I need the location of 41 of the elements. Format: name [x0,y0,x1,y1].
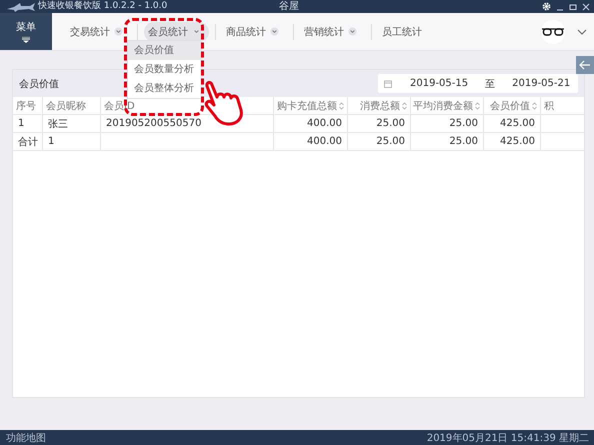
table-cell: 25.00 [449,118,478,129]
table-cell-text: 合计 [18,136,38,148]
menu-down-icon [22,37,30,43]
calendar-icon [384,80,392,88]
table-cell: 201905200550570 [106,118,202,129]
nav-tab[interactable]: 营销统计 [300,22,365,42]
store-name: 谷屋 [279,0,299,12]
maximize-icon[interactable] [569,2,577,10]
table-cell-text: 张三 [48,118,68,130]
table-cell: 425.00 [500,118,535,129]
nav-tab[interactable]: 商品统计 [222,22,287,42]
nav-tab[interactable]: 会员统计 [144,22,209,42]
table-cell: 425.00 [500,136,535,147]
chevron-down-icon[interactable] [577,28,587,34]
glasses-avatar-icon[interactable] [541,20,565,44]
column-header[interactable]: 平均消费金额 [411,97,484,114]
column-header[interactable]: 会员价值 [484,97,541,114]
date-range-field[interactable]: 2019-05-15 至 2019-05-21 [378,74,578,93]
column-header[interactable]: 购卡充值总额 [274,97,348,114]
date-time: 2019年05月21日 15:41:39 星期二 [426,432,589,444]
table-cell: 25.00 [376,118,405,129]
close-icon[interactable] [582,2,590,10]
column-header[interactable]: 消费总额 [348,97,411,114]
nav-tab[interactable]: 交易统计 [66,22,131,42]
menu-button[interactable]: 菜单 [0,13,52,50]
column-header: 积 [543,100,555,114]
table-cell: 1 [48,136,54,147]
table-cell: 1 [18,118,24,129]
nav-tab[interactable]: 员工统计 [378,22,430,42]
window-title: 快速收银餐饮版 1.0.2.2 - 1.0.0 [38,1,168,12]
panel-title: 会员价值 [19,78,59,90]
table-cell: 25.00 [376,136,405,147]
table-cell: 400.00 [307,118,342,129]
column-header: 会员昵称 [43,97,101,114]
settings-icon[interactable] [542,2,551,11]
function-map-link[interactable]: 功能地图 [6,430,46,444]
menu-item[interactable]: 会员价值 [128,41,201,60]
table-cell: 25.00 [449,136,478,147]
column-header: 序号 [13,97,43,114]
table-cell: 400.00 [307,136,342,147]
shark-logo-icon [6,2,36,12]
